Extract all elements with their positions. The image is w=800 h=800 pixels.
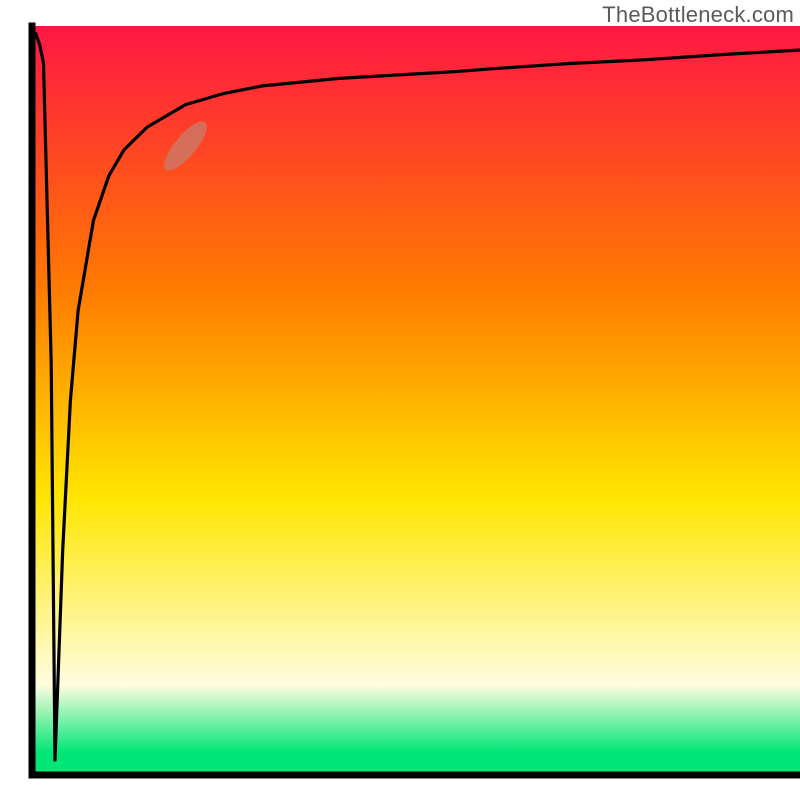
bottleneck-chart <box>0 0 800 800</box>
watermark-text: TheBottleneck.com <box>602 2 794 28</box>
plot-background <box>32 26 800 775</box>
